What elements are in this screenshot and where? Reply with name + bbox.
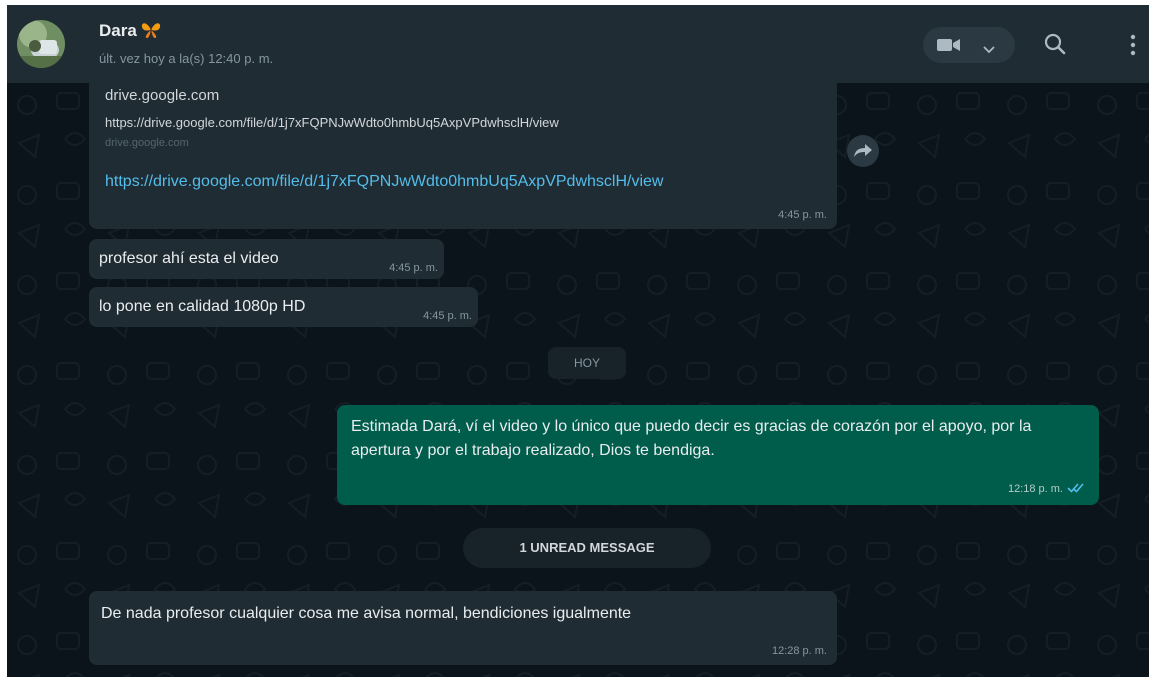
incoming-message[interactable]: De nada profesor cualquier cosa me avisa… bbox=[89, 591, 837, 665]
message-time: 12:28 p. m. bbox=[771, 645, 827, 657]
avatar-image bbox=[17, 20, 65, 68]
message-time: 4:45 p. m. bbox=[423, 310, 472, 322]
date-divider: HOY bbox=[548, 347, 626, 379]
message-text: Estimada Dará, ví el video y lo único qu… bbox=[351, 418, 1032, 459]
double-check-read-icon bbox=[1067, 482, 1085, 497]
message-meta: 12:18 p. m. bbox=[1008, 482, 1085, 497]
contact-name: Dara bbox=[99, 21, 137, 40]
link-preview-site: drive.google.com bbox=[105, 87, 220, 104]
message-list[interactable]: drive.google.com https://drive.google.co… bbox=[7, 83, 1149, 677]
video-camera-icon bbox=[937, 38, 961, 57]
link-preview-message[interactable]: drive.google.com https://drive.google.co… bbox=[89, 83, 837, 229]
video-call-button[interactable] bbox=[923, 27, 1015, 63]
message-text: De nada profesor cualquier cosa me avisa… bbox=[101, 605, 632, 622]
message-text: lo pone en calidad 1080p HD bbox=[99, 298, 306, 315]
message-link[interactable]: https://drive.google.com/file/d/1j7xFQPN… bbox=[105, 169, 825, 195]
chat-window: Dara últ. vez hoy a la(s) 12:40 p. m. dr… bbox=[7, 5, 1149, 677]
more-vertical-icon bbox=[1130, 34, 1136, 56]
link-preview-domain: drive.google.com bbox=[105, 137, 189, 149]
chat-header: Dara últ. vez hoy a la(s) 12:40 p. m. bbox=[7, 5, 1149, 83]
last-seen-status: últ. vez hoy a la(s) 12:40 p. m. bbox=[99, 51, 274, 66]
unread-messages-banner: 1 UNREAD MESSAGE bbox=[463, 528, 711, 568]
message-time: 12:18 p. m. bbox=[1007, 483, 1063, 495]
message-text: profesor ahí esta el video bbox=[99, 250, 279, 267]
incoming-message[interactable]: profesor ahí esta el video 4:45 p. m. bbox=[89, 239, 444, 279]
chevron-down-icon bbox=[983, 41, 995, 59]
forward-icon bbox=[854, 144, 872, 157]
contact-name-row[interactable]: Dara bbox=[99, 21, 161, 44]
forward-button[interactable] bbox=[847, 135, 879, 167]
link-preview-url: https://drive.google.com/file/d/1j7xFQPN… bbox=[105, 115, 559, 130]
message-time: 4:45 p. m. bbox=[389, 262, 438, 274]
menu-button[interactable] bbox=[1121, 27, 1145, 63]
butterfly-icon bbox=[141, 21, 161, 44]
search-icon bbox=[1044, 33, 1066, 55]
incoming-message[interactable]: lo pone en calidad 1080p HD 4:45 p. m. bbox=[89, 287, 478, 327]
outgoing-message[interactable]: Estimada Dará, ví el video y lo único qu… bbox=[337, 405, 1099, 505]
search-button[interactable] bbox=[1037, 27, 1073, 63]
message-time: 4:45 p. m. bbox=[778, 209, 827, 221]
contact-avatar[interactable] bbox=[17, 20, 65, 68]
